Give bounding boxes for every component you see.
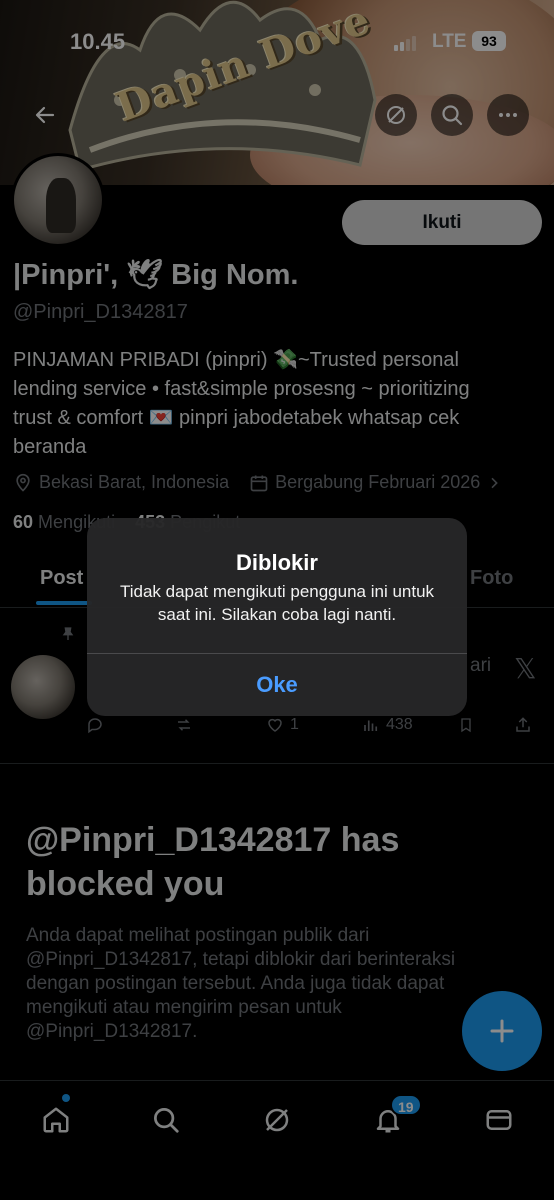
alert-title: Diblokir: [236, 550, 318, 575]
alert-message: Tidak dapat mengikuti pengguna ini untuk…: [119, 582, 435, 624]
alert-ok-button[interactable]: Oke: [87, 654, 467, 716]
blocked-alert-dialog: Diblokir Tidak dapat mengikuti pengguna …: [87, 518, 467, 716]
